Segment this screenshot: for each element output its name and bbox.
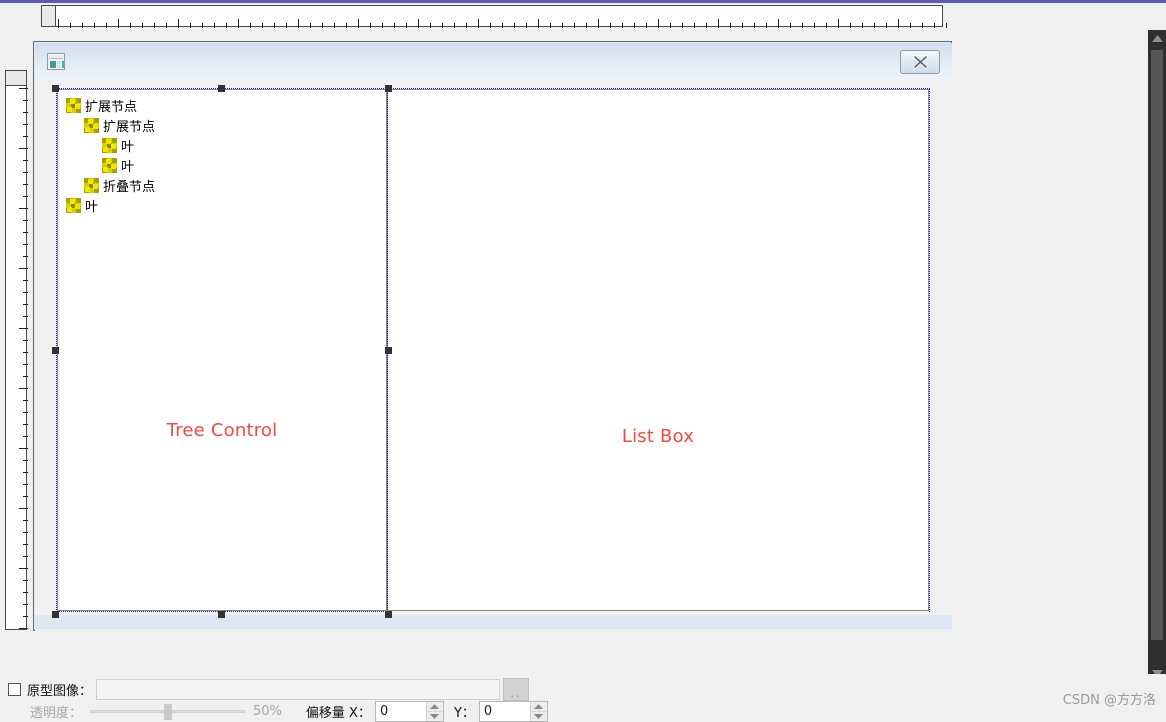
- tree-node-row[interactable]: 扩展节点: [58, 115, 386, 135]
- resize-handle-top-center[interactable]: [218, 85, 225, 92]
- offset-y-stepper[interactable]: [478, 701, 548, 722]
- offset-x-label: 偏移量 X：: [305, 706, 371, 721]
- browse-button-label: ..: [510, 685, 522, 700]
- spinner-down-arrow-icon: [534, 714, 544, 719]
- prototype-image-label: 原型图像：: [27, 684, 93, 699]
- spinner-up-arrow-icon: [534, 704, 544, 709]
- resize-handle-top-left[interactable]: [52, 85, 59, 92]
- tree-node-label: 扩展节点: [85, 99, 138, 115]
- vertical-ruler-ticks: [6, 88, 28, 629]
- opacity-label: 透明度：: [30, 706, 83, 721]
- offset-y-label: Y：: [453, 706, 475, 721]
- tree-control[interactable]: 扩展节点 扩展节点叶叶折叠节点叶 Tree Control: [57, 89, 387, 611]
- tree-node-icon: [84, 117, 99, 133]
- tree-control-caption: Tree Control: [166, 420, 278, 441]
- opacity-slider[interactable]: [90, 704, 246, 720]
- offset-y-input[interactable]: [479, 702, 530, 721]
- tree-node-label: 叶: [121, 159, 135, 175]
- tree-leaf-icon: [102, 157, 117, 173]
- tree-node-row[interactable]: 扩展节点: [58, 95, 386, 115]
- resize-handle-bottom-right[interactable]: [385, 611, 392, 618]
- list-box-control[interactable]: List Box: [387, 89, 929, 611]
- resize-handle-top-right[interactable]: [385, 85, 392, 92]
- offset-y-spin-buttons[interactable]: [529, 702, 547, 721]
- horizontal-ruler-ticks: [58, 6, 947, 28]
- ruler-origin-box-left[interactable]: [5, 70, 27, 86]
- prototype-image-checkbox[interactable]: [8, 683, 21, 696]
- spinner-up-arrow-icon: [430, 704, 440, 709]
- tree-node-label: 折叠节点: [103, 179, 156, 195]
- close-x-icon: [912, 55, 928, 69]
- watermark: CSDN @方方洛: [1062, 693, 1156, 708]
- tree-node-label: 叶: [121, 139, 135, 155]
- offset-x-input[interactable]: [375, 702, 426, 721]
- dialog-bottom-strip: [35, 615, 952, 629]
- offset-y-spin-up[interactable]: [530, 702, 547, 712]
- resize-handle-bottom-center[interactable]: [218, 611, 225, 618]
- scrollbar-thumb[interactable]: [1151, 50, 1163, 640]
- close-button[interactable]: [900, 50, 940, 74]
- vertical-ruler[interactable]: [5, 70, 28, 630]
- horizontal-ruler[interactable]: [41, 5, 947, 28]
- prototype-image-panel: 原型图像： .. 透明度： 50% 偏移量 X： 0 Y： 0 CSDN @方方…: [0, 674, 1166, 722]
- offset-x-stepper[interactable]: [374, 701, 444, 722]
- scroll-up-arrow-icon: [1151, 35, 1163, 42]
- tree-node-label: 叶: [85, 199, 99, 215]
- offset-x-spin-buttons[interactable]: [425, 702, 443, 721]
- tree-node-row[interactable]: 折叠节点: [58, 175, 386, 195]
- opacity-offset-row: 透明度： 50% 偏移量 X： 0 Y： 0: [8, 701, 548, 722]
- resize-handle-bottom-left[interactable]: [52, 611, 59, 618]
- offset-x-spin-up[interactable]: [426, 702, 443, 712]
- tree-leaf-icon: [66, 197, 81, 213]
- window-icon: [47, 53, 65, 70]
- scrollbar-up-button[interactable]: [1148, 30, 1166, 47]
- opacity-slider-thumb[interactable]: [163, 704, 172, 720]
- top-accent-strip: [0, 0, 1166, 3]
- prototype-image-path-input[interactable]: [96, 679, 501, 700]
- dialog-title-bar[interactable]: [35, 43, 952, 80]
- prototype-image-browse-button[interactable]: ..: [503, 678, 530, 701]
- tree-node-icon: [66, 97, 81, 113]
- tree-leaf-icon: [102, 137, 117, 153]
- offset-x-spin-down[interactable]: [426, 712, 443, 721]
- tree-node-row[interactable]: 叶: [58, 195, 386, 215]
- resize-handle-middle-right[interactable]: [385, 347, 392, 354]
- tree-node-row[interactable]: 叶: [58, 135, 386, 155]
- tree-node-list: 扩展节点 扩展节点叶叶折叠节点叶: [58, 95, 386, 215]
- designer-window: 扩展节点 扩展节点叶叶折叠节点叶 Tree Control List Box 原…: [0, 0, 1166, 722]
- tree-node-label: 扩展节点: [103, 119, 156, 135]
- ruler-origin-box-top[interactable]: [41, 5, 56, 27]
- offset-y-spin-down[interactable]: [530, 712, 547, 721]
- spinner-down-arrow-icon: [430, 714, 440, 719]
- tree-node-icon: [84, 177, 99, 193]
- vertical-scrollbar[interactable]: [1148, 30, 1166, 682]
- resize-handle-middle-left[interactable]: [52, 347, 59, 354]
- prototype-image-row: 原型图像： ..: [8, 678, 530, 701]
- list-box-caption: List Box: [621, 426, 695, 447]
- opacity-value: 50%: [253, 704, 282, 719]
- tree-node-row[interactable]: 叶: [58, 155, 386, 175]
